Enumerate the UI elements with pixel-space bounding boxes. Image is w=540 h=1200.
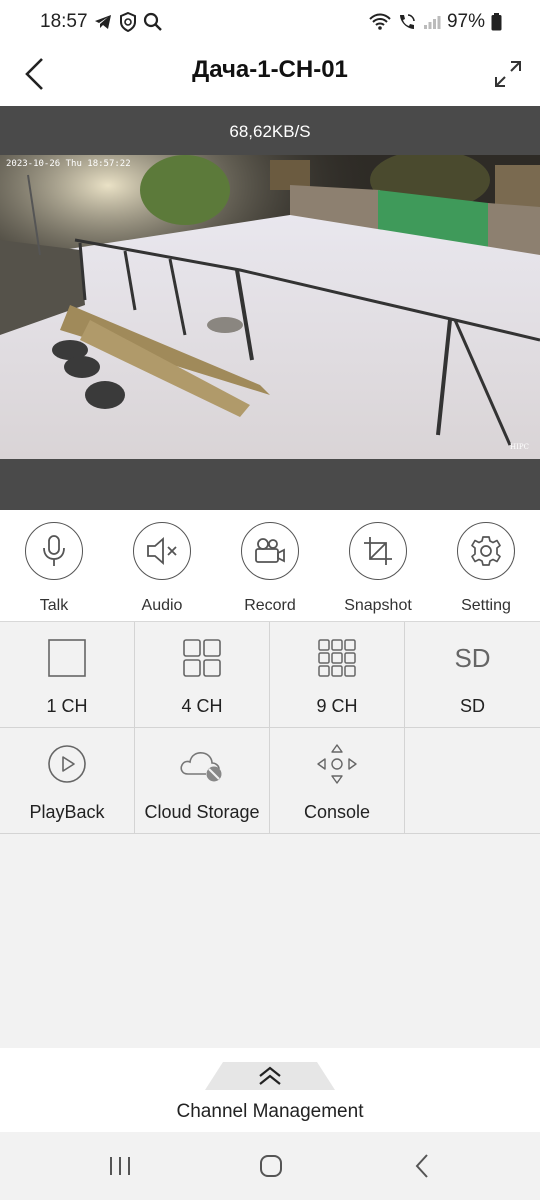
play-circle-icon: [48, 745, 86, 783]
nine-view-icon: [318, 639, 356, 677]
home-icon: [260, 1155, 282, 1177]
camera-scene: 2023-10-26 Thu 18:57:22 HIPC: [0, 155, 540, 459]
video-camera-icon: [255, 538, 285, 563]
recent-apps-icon: [110, 1157, 130, 1175]
console-button[interactable]: Console: [270, 728, 405, 834]
gear-icon: [471, 536, 501, 566]
empty-area: [0, 834, 540, 1048]
camera-live-view[interactable]: 2023-10-26 Thu 18:57:22 HIPC: [0, 155, 540, 459]
quad-view-icon: [183, 639, 221, 677]
page-title: Дача-1-CH-01: [192, 56, 348, 83]
record-button[interactable]: Record: [216, 520, 324, 620]
one-channel-label: 1 CH: [46, 696, 88, 716]
video-area: 68,62KB/S 2023-10-26 Thu 18:57:22 HIPC: [0, 106, 540, 510]
speaker-muted-icon: [147, 537, 177, 565]
playback-button[interactable]: PlayBack: [0, 728, 135, 834]
wifi-call-icon: [399, 14, 415, 29]
crop-icon: [364, 537, 392, 565]
snapshot-button[interactable]: Snapshot: [324, 520, 432, 620]
wifi-icon: [369, 13, 391, 30]
console-label: Console: [303, 802, 371, 822]
nav-back-button[interactable]: [402, 1148, 442, 1184]
ptz-directions-icon: [317, 744, 357, 784]
back-icon: [415, 1154, 428, 1178]
header: Дача-1-CH-01: [0, 44, 540, 106]
function-grid: 1 CH 4 CH 9 CH SD SD PlayBack Cloud Stor…: [0, 622, 540, 834]
status-right-icons: 97%: [369, 11, 502, 33]
battery-percent: 97%: [446, 11, 485, 32]
video-timestamp-overlay: 2023-10-26 Thu 18:57:22: [6, 159, 131, 169]
cloud-disabled-icon: [180, 752, 222, 782]
channel-management-handle[interactable]: [205, 1062, 335, 1090]
video-watermark: HIPC: [510, 443, 529, 451]
single-view-icon: [48, 639, 86, 677]
snapshot-label: Snapshot: [344, 597, 412, 614]
battery-icon: [491, 13, 502, 31]
audio-label: Audio: [141, 597, 183, 614]
recent-apps-button[interactable]: [100, 1148, 140, 1184]
sd-card-icon: SD: [454, 642, 491, 673]
sd-label: SD: [459, 696, 485, 716]
cloud-storage-label: Cloud Storage: [144, 802, 260, 822]
status-left-icons: [93, 12, 163, 32]
status-time: 18:57: [40, 11, 88, 32]
channel-management-bar[interactable]: Channel Management: [0, 1048, 540, 1132]
four-channel-label: 4 CH: [181, 696, 223, 716]
audio-button[interactable]: Audio: [108, 520, 216, 620]
talk-label: Talk: [39, 597, 69, 614]
signal-icon: [423, 16, 441, 29]
fullscreen-button[interactable]: [488, 52, 528, 96]
empty-grid-cell: [405, 728, 540, 834]
telegram-icon: [95, 15, 111, 29]
home-button[interactable]: [251, 1148, 291, 1184]
bitrate-text: 68,62KB/S: [229, 122, 311, 141]
setting-label: Setting: [461, 597, 511, 614]
shield-icon: [120, 12, 136, 32]
nine-channel-view-button[interactable]: 9 CH: [270, 622, 405, 728]
action-bar: Talk Audio Record Snapshot Setting: [0, 510, 540, 622]
playback-label: PlayBack: [29, 802, 105, 822]
status-bar: 18:57 97%: [0, 0, 540, 44]
microphone-icon: [43, 535, 65, 566]
channel-management-label: Channel Management: [176, 1101, 364, 1122]
nine-channel-label: 9 CH: [316, 696, 358, 716]
cloud-storage-button[interactable]: Cloud Storage: [135, 728, 270, 834]
talk-button[interactable]: Talk: [0, 520, 108, 620]
expand-icon: [495, 61, 521, 87]
setting-button[interactable]: Setting: [432, 520, 540, 620]
record-label: Record: [244, 597, 296, 614]
four-channel-view-button[interactable]: 4 CH: [135, 622, 270, 728]
search-icon: [143, 12, 162, 31]
one-channel-view-button[interactable]: 1 CH: [0, 622, 135, 728]
double-chevron-up-icon: [259, 1066, 281, 1085]
system-nav-bar: [0, 1132, 540, 1200]
sd-card-button[interactable]: SD SD: [405, 622, 540, 728]
